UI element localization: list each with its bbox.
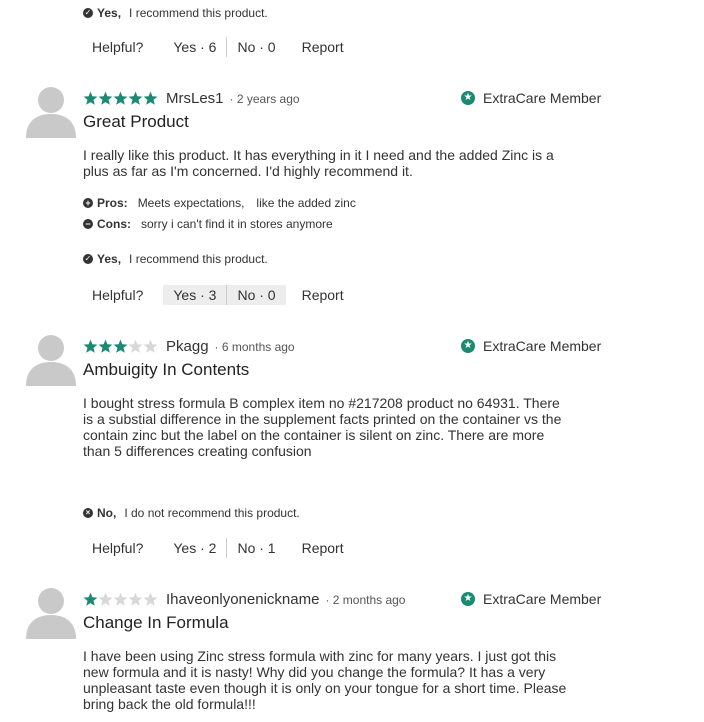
review-body: I have been using Zinc stress formula wi…: [83, 648, 567, 712]
report-button[interactable]: Report: [302, 287, 344, 303]
check-circle-icon: ✓: [83, 8, 93, 18]
extracare-badge: ★ ExtraCare Member: [461, 338, 601, 354]
star-filled-icon: [83, 91, 98, 105]
star-empty-icon: [128, 339, 143, 353]
reviewer-nickname[interactable]: Ihaveonlyonenickname: [166, 591, 319, 608]
star-empty-icon: [128, 592, 143, 606]
helpful-yes-button[interactable]: Yes · 6: [163, 37, 226, 57]
star-badge-icon: ★: [461, 339, 475, 353]
star-filled-icon: [98, 91, 113, 105]
recommendation-line: ✓ Yes, I recommend this product.: [83, 252, 268, 266]
star-rating: [83, 339, 158, 354]
extracare-badge: ★ ExtraCare Member: [461, 90, 601, 106]
star-empty-icon: [143, 339, 158, 353]
x-circle-icon: ×: [83, 508, 93, 518]
helpful-yes-button[interactable]: Yes · 2: [163, 538, 226, 558]
review-age: · 2 months ago: [325, 593, 406, 607]
report-button[interactable]: Report: [302, 540, 344, 556]
helpful-yes-button[interactable]: Yes · 3: [163, 285, 227, 305]
cons-line: − Cons: sorry i can't find it in stores …: [83, 217, 345, 231]
review-body: I bought stress formula B complex item n…: [83, 395, 562, 459]
star-rating: [83, 592, 158, 607]
review-age: · 2 years ago: [229, 92, 300, 106]
reviewer-nickname[interactable]: Pkagg: [166, 338, 209, 355]
star-badge-icon: ★: [461, 91, 475, 105]
helpful-row: Helpful? Yes · 6 No · 0 Report: [92, 36, 344, 58]
helpful-no-button[interactable]: No · 0: [226, 285, 286, 305]
star-empty-icon: [113, 592, 128, 606]
report-button[interactable]: Report: [302, 39, 344, 55]
helpful-no-button[interactable]: No · 1: [226, 538, 285, 558]
star-filled-icon: [128, 91, 143, 105]
review-title: Great Product: [83, 112, 189, 131]
avatar-icon: [26, 335, 76, 386]
review-title: Change In Formula: [83, 613, 229, 632]
avatar-icon: [26, 588, 76, 639]
review-title: Ambuigity In Contents: [83, 360, 250, 379]
minus-circle-icon: −: [83, 219, 93, 229]
pros-line: + Pros: Meets expectations, like the add…: [83, 196, 368, 210]
pro-item: like the added zinc: [256, 196, 356, 210]
helpful-row: Helpful? Yes · 3 No · 0 Report: [92, 284, 344, 306]
review-age: · 6 months ago: [214, 340, 295, 354]
star-empty-icon: [143, 592, 158, 606]
star-filled-icon: [83, 592, 98, 606]
check-circle-icon: ✓: [83, 254, 93, 264]
star-filled-icon: [113, 339, 128, 353]
helpful-label: Helpful?: [92, 287, 144, 303]
recommendation-line: × No, I do not recommend this product.: [83, 506, 300, 520]
star-badge-icon: ★: [461, 592, 475, 606]
star-rating: [83, 91, 158, 106]
helpful-row: Helpful? Yes · 2 No · 1 Report: [92, 537, 344, 559]
con-item: sorry i can't find it in stores anymore: [141, 217, 333, 231]
star-filled-icon: [98, 339, 113, 353]
extracare-badge: ★ ExtraCare Member: [461, 591, 601, 607]
star-empty-icon: [98, 592, 113, 606]
star-filled-icon: [83, 339, 98, 353]
review-body: I really like this product. It has every…: [83, 147, 554, 179]
helpful-label: Helpful?: [92, 39, 144, 55]
pro-item: Meets expectations,: [137, 196, 245, 210]
recommendation-line: ✓ Yes, I recommend this product.: [83, 6, 268, 20]
star-filled-icon: [143, 91, 158, 105]
reviewer-nickname[interactable]: MrsLes1: [166, 90, 224, 107]
helpful-label: Helpful?: [92, 540, 144, 556]
helpful-no-button[interactable]: No · 0: [226, 37, 285, 57]
avatar-icon: [26, 87, 76, 138]
plus-circle-icon: +: [83, 198, 93, 208]
star-filled-icon: [113, 91, 128, 105]
